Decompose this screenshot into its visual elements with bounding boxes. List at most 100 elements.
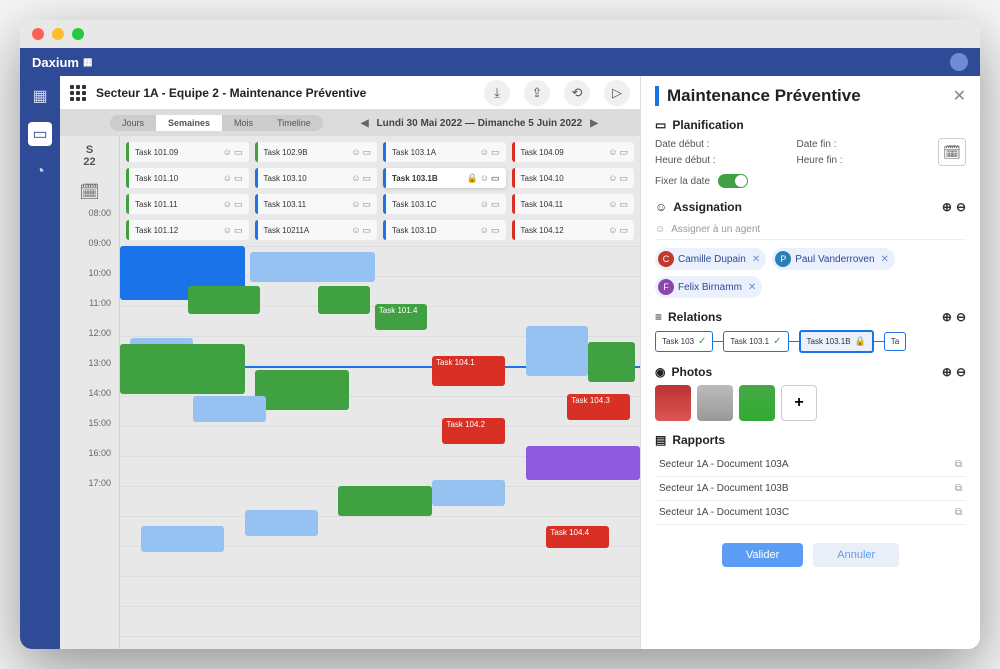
collapse-icon[interactable]: ⊖ <box>956 310 966 324</box>
photo-thumbnail[interactable] <box>739 385 775 421</box>
task-chip[interactable]: Task 103.1C☺▭ <box>383 194 506 214</box>
relation-item[interactable]: Task 103.1✓ <box>723 331 788 352</box>
person-add-icon: ☺ <box>655 224 665 235</box>
window-close[interactable] <box>32 28 44 40</box>
truck-icon: ▭ <box>619 147 628 158</box>
calendar-event[interactable] <box>188 286 261 314</box>
calendar-event[interactable]: Task 104.3 <box>567 394 629 420</box>
task-chip[interactable]: Task 104.12☺▭ <box>512 220 635 240</box>
task-chip[interactable]: Task 104.09☺▭ <box>512 142 635 162</box>
close-icon[interactable]: ✕ <box>953 86 966 106</box>
report-row[interactable]: Secteur 1A - Document 103B⧉ <box>655 477 966 501</box>
collapse-icon[interactable]: ⊖ <box>956 200 966 214</box>
remove-icon[interactable]: ✕ <box>881 254 889 265</box>
calendar-event[interactable] <box>193 396 266 422</box>
user-icon: ☺ <box>351 199 360 210</box>
validate-button[interactable]: Valider <box>722 543 803 567</box>
calendar-event[interactable] <box>318 286 370 314</box>
calendar-event[interactable]: Task 101.4 <box>375 304 427 330</box>
photo-thumbnail[interactable] <box>697 385 733 421</box>
remove-icon[interactable]: ✕ <box>748 282 756 293</box>
calendar-event[interactable] <box>526 326 588 376</box>
calendar-grid[interactable]: Task 101.4 Task 104.1 Task 104.3 Task 10… <box>120 246 640 649</box>
task-chip[interactable]: Task 10211A☺▭ <box>255 220 378 240</box>
window-maximize[interactable] <box>72 28 84 40</box>
assignee-chip[interactable]: PPaul Vanderroven✕ <box>772 248 895 270</box>
user-avatar[interactable] <box>950 53 968 71</box>
calendar-event[interactable] <box>526 446 640 480</box>
collapse-icon[interactable]: ⊖ <box>956 365 966 379</box>
calendar-event[interactable] <box>255 370 349 410</box>
add-photo-button[interactable]: + <box>781 385 817 421</box>
brand-bar: Daxium ▦ <box>20 48 980 76</box>
expand-icon[interactable]: ⊕ <box>942 365 952 379</box>
tab-semaines[interactable]: Semaines <box>156 115 222 131</box>
tab-timeline[interactable]: Timeline <box>265 115 323 131</box>
section-rapports: Rapports <box>672 433 725 447</box>
calendar-event[interactable] <box>432 480 505 506</box>
task-chip[interactable]: Task 101.11☺▭ <box>126 194 249 214</box>
left-nav: ▦ ▭ ◔ <box>20 76 60 649</box>
calendar-event[interactable] <box>250 252 375 282</box>
play-icon[interactable]: ▷ <box>604 80 630 106</box>
assignee-chip[interactable]: CCamille Dupain✕ <box>655 248 766 270</box>
task-chip[interactable]: Task 104.10☺▭ <box>512 168 635 188</box>
copy-icon[interactable]: ⧉ <box>955 507 962 518</box>
nav-grid-icon[interactable]: ▦ <box>28 84 52 108</box>
date-picker-icon[interactable]: 🗓 <box>938 138 966 166</box>
calendar-event[interactable] <box>338 486 432 516</box>
window-minimize[interactable] <box>52 28 64 40</box>
pin-icon[interactable]: ⤓ <box>484 80 510 106</box>
calendar-event[interactable] <box>120 344 245 394</box>
task-chip[interactable]: Task 103.1A☺▭ <box>383 142 506 162</box>
task-chip[interactable]: Task 101.12☺▭ <box>126 220 249 240</box>
nav-calendar-icon[interactable]: ▭ <box>28 122 52 146</box>
assignee-chip[interactable]: FFelix Birnamm✕ <box>655 276 762 298</box>
task-chip[interactable]: Task 103.1D☺▭ <box>383 220 506 240</box>
section-photos: Photos <box>671 365 712 379</box>
relation-item[interactable]: Ta <box>884 332 906 351</box>
task-chip[interactable]: Task 104.11☺▭ <box>512 194 635 214</box>
task-chip[interactable]: Task 103.1B🔒☺▭ <box>383 168 506 188</box>
toggle-fixer-date[interactable] <box>718 174 748 188</box>
calendar-event[interactable]: Task 104.4 <box>546 526 608 548</box>
relation-item-selected[interactable]: Task 103.1B🔒 <box>799 330 874 353</box>
task-chip[interactable]: Task 101.10☺▭ <box>126 168 249 188</box>
relation-item[interactable]: Task 103✓ <box>655 331 713 352</box>
truck-icon: ▭ <box>362 147 371 158</box>
titlebar <box>20 20 980 48</box>
task-chip[interactable]: Task 101.09☺▭ <box>126 142 249 162</box>
nav-clock-icon[interactable]: ◔ <box>28 160 52 184</box>
copy-icon[interactable]: ⧉ <box>955 459 962 470</box>
prev-range-icon[interactable]: ◀ <box>361 118 369 129</box>
apps-icon[interactable] <box>70 85 86 101</box>
truck-icon: ▭ <box>362 173 371 184</box>
calendar-event[interactable] <box>245 510 318 536</box>
cancel-button[interactable]: Annuler <box>813 543 899 567</box>
copy-icon[interactable]: ⧉ <box>955 483 962 494</box>
expand-icon[interactable]: ⊕ <box>942 310 952 324</box>
calendar-event[interactable] <box>141 526 224 552</box>
photo-thumbnail[interactable] <box>655 385 691 421</box>
report-row[interactable]: Secteur 1A - Document 103A⧉ <box>655 453 966 477</box>
label-heure-debut: Heure début : <box>655 155 789 166</box>
calendar-event[interactable] <box>588 342 635 382</box>
calendar-add-icon[interactable]: 🗓 <box>60 176 119 208</box>
task-chip[interactable]: Task 102.9B☺▭ <box>255 142 378 162</box>
expand-icon[interactable]: ⊕ <box>942 200 952 214</box>
tab-mois[interactable]: Mois <box>222 115 265 131</box>
share-icon[interactable]: ⇪ <box>524 80 550 106</box>
truck-icon: ▭ <box>234 147 243 158</box>
task-chip[interactable]: Task 103.10☺▭ <box>255 168 378 188</box>
view-controls: Jours Semaines Mois Timeline ◀ Lundi 30 … <box>60 110 640 136</box>
calendar-event[interactable]: Task 104.2 <box>442 418 504 444</box>
tab-jours[interactable]: Jours <box>110 115 156 131</box>
refresh-icon[interactable]: ⟲ <box>564 80 590 106</box>
report-row[interactable]: Secteur 1A - Document 103C⧉ <box>655 501 966 525</box>
task-chip[interactable]: Task 103.11☺▭ <box>255 194 378 214</box>
calendar-event[interactable]: Task 104.1 <box>432 356 505 386</box>
remove-icon[interactable]: ✕ <box>752 254 760 265</box>
assign-input[interactable]: ☺Assigner à un agent <box>655 220 966 240</box>
next-range-icon[interactable]: ▶ <box>590 118 598 129</box>
time-label: 13:00 <box>60 358 115 368</box>
